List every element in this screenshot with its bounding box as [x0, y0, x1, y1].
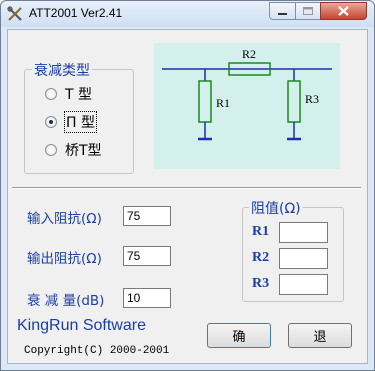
r3-label: R3 — [305, 92, 319, 106]
r1-label: R1 — [216, 96, 230, 110]
radio-pi-type-label: П 型 — [64, 111, 97, 133]
tools-icon — [7, 6, 22, 21]
r2-value-label: R2 — [252, 250, 270, 265]
radio-t-type-button[interactable] — [45, 88, 57, 100]
brand-name: KingRun Software — [17, 317, 146, 334]
copyright-text: Copyright(C) 2000-2001 — [24, 345, 170, 357]
resistor-r1 — [198, 80, 212, 123]
r3-value-label: R3 — [252, 276, 270, 291]
separator-line — [12, 187, 361, 189]
minimize-button[interactable] — [269, 2, 296, 20]
cancel-button[interactable]: 退 — [288, 323, 352, 348]
resistance-values-title: 阻值(Ω) — [249, 198, 303, 218]
radio-t-type[interactable]: T 型 — [45, 84, 92, 104]
r2-value-field[interactable] — [279, 248, 328, 269]
maximize-button[interactable] — [295, 2, 321, 20]
r2-label: R2 — [242, 47, 256, 61]
r1-value-label: R1 — [252, 224, 270, 239]
window-title: ATT2001 Ver2.41 — [29, 6, 123, 20]
title-bar[interactable]: ATT2001 Ver2.41 — [1, 1, 374, 27]
close-icon — [338, 6, 349, 16]
r1-value-field[interactable] — [279, 222, 328, 243]
ok-button[interactable]: 确 — [207, 323, 271, 348]
radio-bridge-t-type[interactable]: 桥T型 — [45, 140, 102, 160]
close-button[interactable] — [320, 2, 367, 20]
attenuation-type-title: 衰减类型 — [32, 60, 92, 80]
resistor-r3 — [287, 80, 301, 123]
circuit-diagram: R2 R1 R3 — [154, 43, 340, 169]
output-impedance-label: 输出阻抗(Ω) — [27, 251, 102, 267]
attenuation-field[interactable]: 10 — [123, 288, 171, 308]
resistance-values-group: 阻值(Ω) R1 R2 R3 — [242, 198, 344, 302]
input-impedance-field[interactable]: 75 — [123, 206, 171, 226]
pi-network-schematic: R2 R1 R3 — [162, 47, 332, 141]
dialog-client-area: 衰减类型 T 型 П 型 桥T型 R2 R1 R3 输入阻抗(Ω) 75 输出阻… — [7, 29, 368, 364]
output-impedance-field[interactable]: 75 — [123, 246, 171, 266]
attenuation-type-group: 衰减类型 T 型 П 型 桥T型 — [24, 60, 134, 174]
radio-t-type-label: T 型 — [65, 87, 93, 103]
app-window: ATT2001 Ver2.41 衰减类型 T 型 П 型 桥T型 R2 R1 R… — [0, 0, 375, 371]
radio-bridge-t-type-button[interactable] — [45, 144, 57, 156]
attenuation-label: 衰 减 量(dB) — [27, 293, 105, 309]
maximize-icon — [303, 7, 313, 15]
radio-bridge-t-type-label: 桥T型 — [65, 143, 102, 159]
radio-pi-type[interactable]: П 型 — [45, 111, 97, 133]
r3-value-field[interactable] — [279, 274, 328, 295]
minimize-icon — [278, 13, 287, 15]
radio-pi-type-button[interactable] — [45, 116, 57, 128]
input-impedance-label: 输入阻抗(Ω) — [27, 211, 102, 227]
